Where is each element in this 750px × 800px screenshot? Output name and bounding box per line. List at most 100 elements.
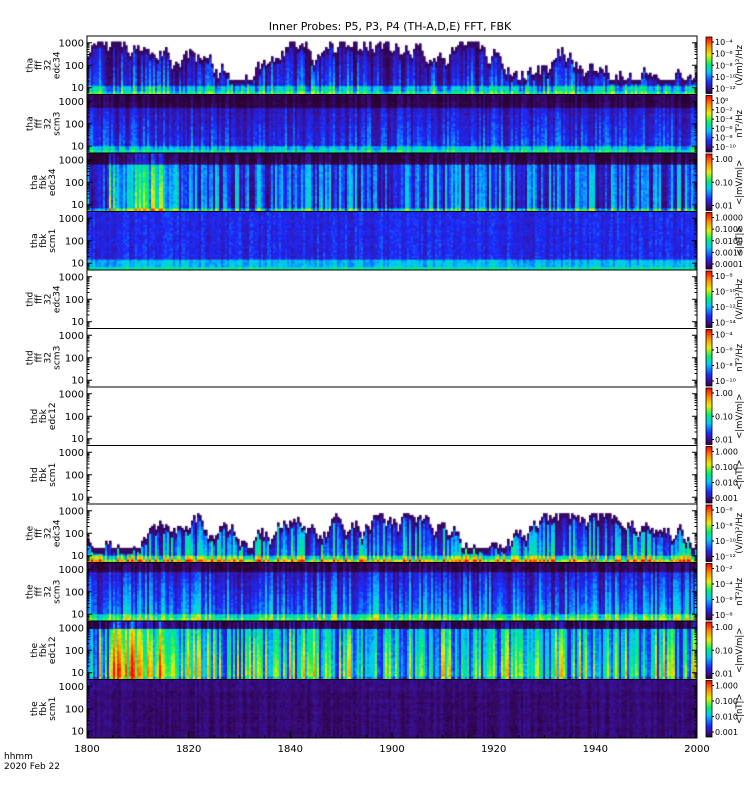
panel-thd-fff-32-edc34: 100010010thd fff 32 edc3410⁻⁸10⁻¹⁰10⁻¹²10⁻¹… [26, 269, 745, 329]
colorbar-tick-label: 10⁻² [715, 106, 733, 115]
panel-frame [86, 386, 698, 446]
colorbar-tick-label: 1.000 [715, 448, 738, 457]
panel-the-fff-32-scm3: 100010010the fff 32 scm310⁻²10⁻⁴10⁻⁶10⁻⁸nT²… [26, 562, 745, 622]
x-tick-label: 1940 [583, 744, 608, 755]
panel-thd-fff-32-scm3: 100010010thd fff 32 scm310⁻⁴10⁻⁶10⁻⁸10⁻¹⁰nT… [26, 328, 745, 388]
colorbar-tick-label: 0.001 [715, 494, 738, 503]
colorbar-tick-label: 10⁻¹² [715, 303, 736, 312]
colorbar-tick-label: 10⁻¹⁰ [715, 73, 736, 82]
colorbar [705, 36, 713, 94]
y-tick-label: 10 [71, 259, 84, 270]
colorbar-label: <|nT|> [735, 693, 745, 724]
spectrogram-image [87, 211, 697, 270]
y-tick-label: 100 [65, 646, 84, 657]
spectrogram-image [87, 94, 697, 153]
colorbar-label: nT²/Hz [735, 577, 745, 605]
colorbar [705, 563, 713, 621]
date-label: 2020 Feb 22 [4, 762, 60, 772]
panel-label-line: edc12 [48, 402, 58, 430]
y-tick-label: 100 [65, 704, 84, 715]
y-tick-label: 100 [65, 236, 84, 247]
spectrogram-image [87, 36, 697, 95]
panel-frame [86, 328, 698, 388]
spectrogram-image [87, 679, 697, 738]
time-axis-label: hhmm [4, 752, 33, 762]
x-tick-label: 1920 [481, 744, 506, 755]
colorbar-tick-label: 10⁻⁸ [715, 611, 733, 620]
y-tick-label: 10 [71, 376, 84, 387]
colorbar-tick-label: 10⁻⁶ [715, 596, 733, 605]
x-tick-label: 1840 [278, 744, 303, 755]
colorbar-label: <|mV/m|> [735, 394, 745, 439]
spectrogram-image [87, 153, 697, 212]
colorbar-tick-label: 0.10 [715, 646, 733, 655]
colorbar-tick-label: 10⁻⁸ [715, 272, 733, 281]
y-tick-label: 10 [71, 83, 84, 94]
y-tick-label: 10 [71, 142, 84, 153]
colorbar-tick-label: 0.001 [715, 728, 738, 737]
panel-label-line: scm3 [53, 346, 63, 370]
colorbar-tick-label: 10⁻¹⁰ [715, 377, 736, 386]
panel-label-line: edc34 [48, 168, 58, 196]
y-tick-label: 100 [65, 470, 84, 481]
colorbar-label: <|mV/m|> [735, 160, 745, 205]
colorbar-tick-label: 0.10 [715, 178, 733, 187]
y-tick-label: 1000 [59, 214, 84, 225]
panel-frame [86, 269, 698, 329]
y-tick-label: 10 [71, 727, 84, 738]
colorbar [705, 212, 713, 270]
colorbar-label: nT²/Hz [735, 109, 745, 137]
y-tick-label: 1000 [59, 506, 84, 517]
panel-label-line: edc34 [53, 51, 63, 79]
figure-title: Inner Probes: P5, P3, P4 (TH-A,D,E) FFT,… [269, 20, 512, 33]
colorbar-tick-label: 10⁻⁸ [715, 61, 733, 70]
y-tick-label: 1000 [59, 565, 84, 576]
y-tick-label: 100 [65, 529, 84, 540]
spectrogram-image [87, 621, 697, 680]
colorbar-tick-label: 10⁻⁶ [715, 506, 733, 515]
colorbar-tick-label: 10⁻¹² [715, 85, 736, 94]
colorbar [705, 387, 713, 445]
colorbar-tick-label: 10⁰ [715, 97, 728, 106]
panel-label-line: edc34 [53, 519, 63, 547]
panel-the-fbk-scm1: 100010010the fbk scm11.0000.1000.0100.001<… [30, 679, 745, 739]
spectrogram-image [87, 504, 697, 563]
colorbar-tick-label: 10⁻¹² [715, 553, 736, 562]
x-tick-label: 2000 [684, 744, 709, 755]
panel-label-line: scm3 [53, 580, 63, 604]
colorbar-tick-label: 10⁻⁶ [715, 124, 733, 133]
y-tick-label: 1000 [59, 448, 84, 459]
colorbar [705, 680, 713, 738]
y-tick-label: 100 [65, 119, 84, 130]
y-tick-label: 10 [71, 668, 84, 679]
panel-the-fbk-edc12: 100010010the fbk edc121.000.100.01<|mV/m|> [30, 620, 745, 680]
y-tick-label: 10 [71, 317, 84, 328]
colorbar [705, 621, 713, 679]
y-tick-label: 1000 [59, 272, 84, 283]
y-tick-label: 100 [65, 353, 84, 364]
panel-label-line: scm3 [53, 112, 63, 136]
x-tick-label: 1820 [176, 744, 201, 755]
colorbar-tick-label: 10⁻¹⁰ [715, 143, 736, 152]
colorbar-tick-label: 10⁻⁴ [715, 331, 733, 340]
colorbar-tick-label: 0.0001 [715, 260, 743, 269]
y-tick-label: 1000 [59, 38, 84, 49]
panel-label-line: edc34 [53, 285, 63, 313]
colorbar-tick-label: 10⁻⁴ [715, 115, 733, 124]
colorbar-tick-label: 10⁻⁸ [715, 522, 733, 531]
colorbar-label: <|nT|> [735, 459, 745, 490]
colorbar-tick-label: 0.01 [715, 436, 733, 445]
panel-thd-fbk-edc12: 100010010thd fbk edc121.000.100.01<|mV/m|> [30, 386, 745, 446]
colorbar-tick-label: 0.01 [715, 202, 733, 211]
colorbar-tick-label: 10⁻¹⁰ [715, 537, 736, 546]
colorbar-tick-label: 10⁻⁸ [715, 134, 733, 143]
panel-label-line: scm1 [48, 229, 58, 253]
y-tick-label: 1000 [59, 389, 84, 400]
panel-tha-fff-32-edc34: 100010010tha fff 32 edc3410⁻⁴10⁻⁶10⁻⁸10⁻¹⁰1… [26, 35, 745, 95]
y-tick-label: 1000 [59, 331, 84, 342]
colorbar-label: nT²/Hz [735, 343, 745, 371]
y-tick-label: 100 [65, 295, 84, 306]
spectrogram-figure: Inner Probes: P5, P3, P4 (TH-A,D,E) FFT,… [4, 20, 745, 772]
x-tick-label: 1900 [379, 744, 404, 755]
colorbar [705, 270, 713, 328]
